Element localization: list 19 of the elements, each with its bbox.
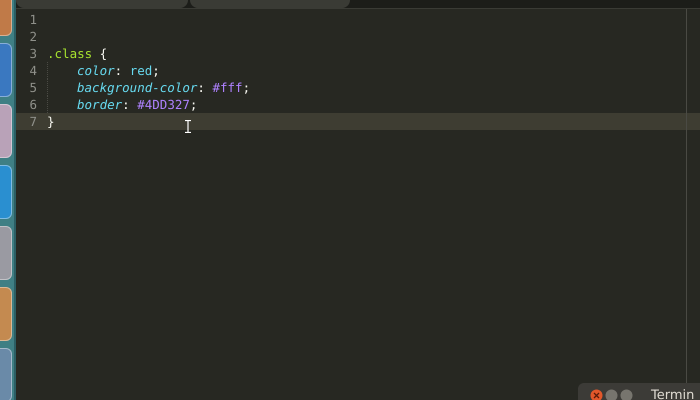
line-number: 1 <box>28 11 37 28</box>
code-line: .class { <box>47 45 108 62</box>
line-number: 5 <box>28 79 37 96</box>
line-number: 4 <box>28 62 37 79</box>
line-number: 6 <box>28 96 37 113</box>
line-number: 2 <box>28 28 37 45</box>
text-cursor-icon <box>185 120 191 133</box>
code-line: background-color: #fff; <box>77 79 250 96</box>
window-title: Termin <box>651 389 694 400</box>
close-icon[interactable] <box>590 389 603 400</box>
minimize-icon[interactable] <box>605 389 618 400</box>
line-number: 7 <box>28 113 37 130</box>
editor-tab[interactable] <box>16 0 188 8</box>
maximize-icon[interactable] <box>620 389 633 400</box>
code-line: } <box>47 113 55 130</box>
editor-tab[interactable] <box>190 0 350 8</box>
code-line: color: red; <box>77 62 160 79</box>
line-number: 3 <box>28 45 37 62</box>
code-line: border: #4DD327; <box>77 96 198 113</box>
